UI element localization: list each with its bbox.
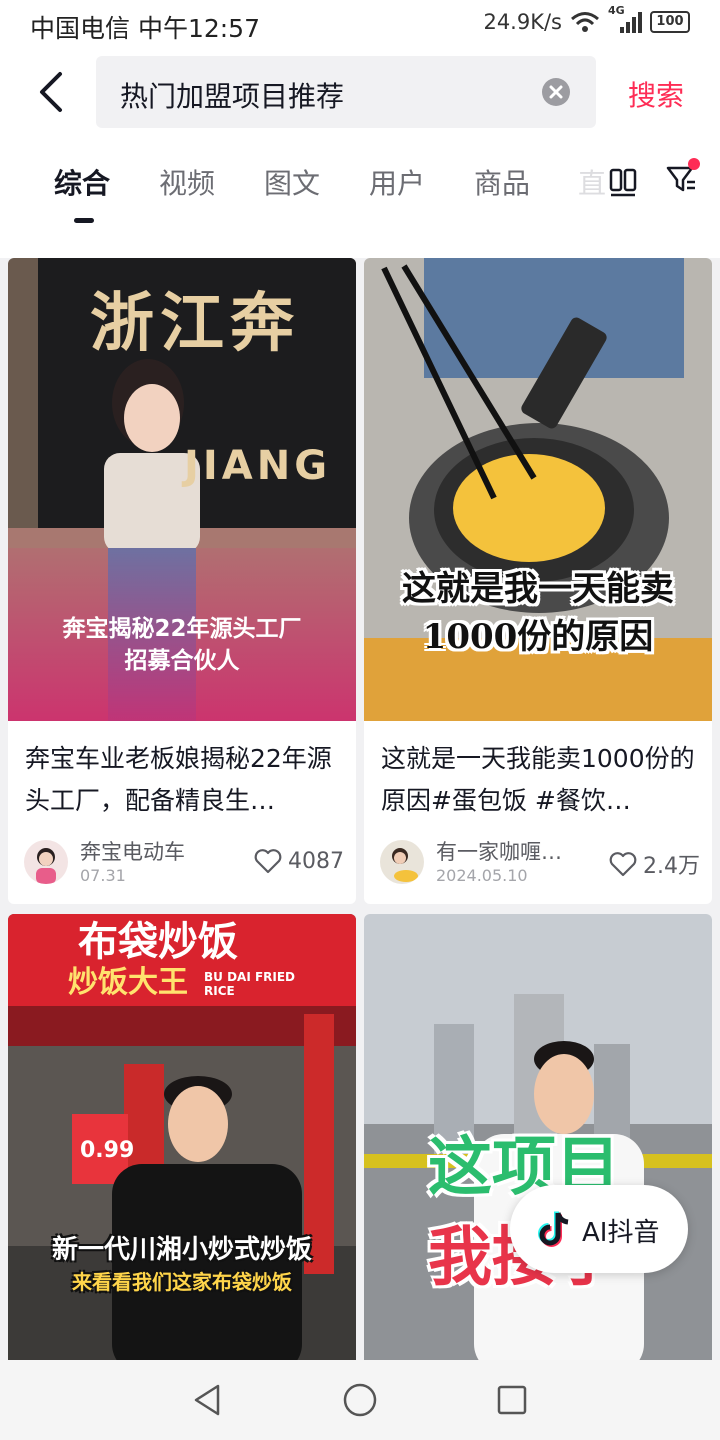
video-thumbnail[interactable]: 浙江奔 JIANG 奔宝揭秘22年源头工厂 招募合伙人 [8,258,356,721]
result-card[interactable]: 布袋炒饭 炒饭大王 BU DAI FRIED RICE 0.99 新一代川湘小炒… [8,914,356,1360]
result-card[interactable]: 这就是我一天能卖 1000份的原因 这就是一天我能卖1000份的原因#蛋包饭 #… [364,258,712,904]
result-meta: 有一家咖喱… 2024.05.10 2.4万 [380,836,700,890]
tab-overflow[interactable]: 直 [578,162,606,202]
carrier-time: 中国电信 中午12:57 [30,14,260,43]
result-tabs: 综合 视频 图文 用户 商品 直 [0,150,720,230]
author-name[interactable]: 有一家咖喱… [436,836,562,866]
like-count[interactable]: 4087 [254,848,344,874]
search-input[interactable]: 热门加盟项目推荐 [96,56,596,128]
tab-users[interactable]: 用户 [369,162,425,202]
storefront-sign: 浙江奔 [90,287,300,361]
status-icons: 24.9K/s 4G 100 [483,4,690,34]
battery-icon: 100 [650,11,690,33]
nav-home-icon[interactable] [342,1382,378,1418]
filter-icon[interactable] [662,158,702,198]
caption-line: 这就是我一天能卖 [402,569,674,609]
like-count-value: 4087 [288,848,344,874]
author-name[interactable]: 奔宝电动车 [80,836,185,866]
like-count[interactable]: 2.4万 [609,848,700,880]
result-title[interactable]: 奔宝车业老板娘揭秘22年源头工厂，配备精良生… [25,738,341,822]
result-card[interactable]: 浙江奔 JIANG 奔宝揭秘22年源头工厂 招募合伙人 奔宝车业老板娘揭秘22年… [8,258,356,904]
thumbnail-caption: 新一代川湘小炒式炒饭 来看看我们这家布袋炒饭 [8,1232,356,1296]
ai-douyin-button[interactable]: AI抖音 [510,1185,688,1273]
search-query[interactable]: 热门加盟项目推荐 [120,75,344,115]
system-navigation-bar [0,1360,720,1440]
network-speed: 24.9K/s [483,10,562,34]
close-icon [549,85,563,99]
ai-button-label: AI抖音 [582,1218,660,1248]
tab-video[interactable]: 视频 [159,162,215,202]
tab-image-text[interactable]: 图文 [264,162,320,202]
heart-icon [609,852,637,877]
result-title[interactable]: 这就是一天我能卖1000份的原因#蛋包饭 #餐饮… [381,738,697,822]
caption-line: 奔宝揭秘22年源头工厂 [62,616,302,642]
post-date: 07.31 [80,866,126,885]
video-thumbnail[interactable]: 这项目 我接了 [364,914,712,1360]
video-thumbnail[interactable]: 这就是我一天能卖 1000份的原因 [364,258,712,721]
post-date: 2024.05.10 [436,866,528,885]
status-bar: 中国电信 中午12:57 24.9K/s 4G 100 [0,0,720,50]
nav-back-icon[interactable] [190,1382,224,1418]
heart-icon [254,849,282,874]
thumbnail-caption: 这就是我一天能卖 1000份的原因 [364,566,712,661]
result-meta: 奔宝电动车 07.31 4087 [24,836,344,890]
clear-search-button[interactable] [542,78,570,106]
store-banner-english: BU DAI FRIED RICE [204,970,296,998]
video-thumbnail[interactable]: 布袋炒饭 炒饭大王 BU DAI FRIED RICE 0.99 新一代川湘小炒… [8,914,356,1360]
caption-line: 1000份的原因 [422,616,654,657]
back-arrow-icon[interactable] [30,70,74,114]
tab-comprehensive[interactable]: 综合 [54,162,110,202]
layout-toggle-icon[interactable] [605,164,641,200]
result-card[interactable]: 这项目 我接了 [364,914,712,1360]
price-tag: 0.99 [80,1138,135,1163]
thumbnail-caption: 奔宝揭秘22年源头工厂 招募合伙人 [8,613,356,677]
caption-line: 来看看我们这家布袋炒饭 [72,1270,292,1295]
storefront-sign-sub: JIANG [184,443,332,489]
caption-line: 招募合伙人 [124,648,240,675]
author-avatar[interactable] [24,840,68,884]
store-banner: 炒饭大王 [68,965,188,1000]
nav-recents-icon[interactable] [496,1384,528,1416]
caption-line: 新一代川湘小炒式炒饭 [51,1235,312,1265]
search-header: 热门加盟项目推荐 搜索 [0,56,720,128]
search-button[interactable]: 搜索 [628,74,684,114]
author-avatar[interactable] [380,840,424,884]
active-tab-indicator [74,218,94,223]
tab-products[interactable]: 商品 [474,162,530,202]
like-count-value: 2.4万 [643,854,700,879]
wifi-icon [571,12,599,32]
cell-signal-icon: 4G [608,4,642,34]
douyin-logo-icon [538,1211,569,1247]
